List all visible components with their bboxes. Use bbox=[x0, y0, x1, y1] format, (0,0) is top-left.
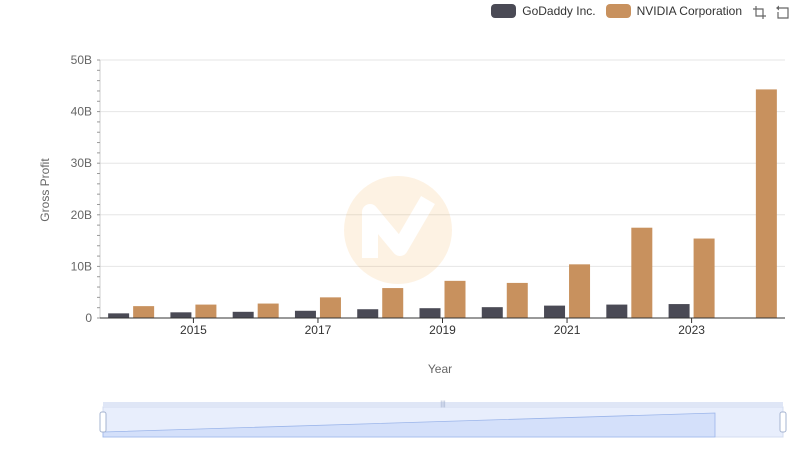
bar-godaddy-2018[interactable] bbox=[357, 309, 379, 318]
y-axis: 0 10B 20B 30B 40B 50B bbox=[71, 53, 101, 325]
bar-nvidia-2019[interactable] bbox=[444, 280, 466, 318]
y-tick-label: 30B bbox=[71, 156, 92, 170]
bar-godaddy-2023[interactable] bbox=[668, 304, 690, 318]
plot-area: 0 10B 20B 30B 40B 50B 2015 2017 2019 2021 2023 ||… bbox=[71, 53, 787, 438]
bar-nvidia-2018[interactable] bbox=[382, 288, 404, 318]
y-tick-label: 50B bbox=[71, 53, 92, 67]
bar-nvidia-2016[interactable] bbox=[257, 303, 279, 318]
bar-godaddy-2022[interactable] bbox=[606, 304, 628, 318]
slider-handle-right[interactable] bbox=[779, 411, 787, 433]
bar-godaddy-2020[interactable] bbox=[481, 307, 503, 318]
y-tick-label: 20B bbox=[71, 208, 92, 222]
bar-nvidia-2022[interactable] bbox=[631, 227, 653, 318]
bar-nvidia-2021[interactable] bbox=[569, 264, 591, 318]
bar-nvidia-2015[interactable] bbox=[195, 304, 217, 318]
watermark-logo bbox=[344, 176, 452, 284]
x-tick-label: 2021 bbox=[554, 323, 581, 337]
zoom-slider[interactable]: ||| bbox=[99, 401, 787, 438]
bar-nvidia-2014[interactable] bbox=[133, 306, 155, 318]
y-tick-label: 0 bbox=[85, 311, 92, 325]
bar-godaddy-2014[interactable] bbox=[108, 313, 130, 318]
bar-godaddy-2016[interactable] bbox=[232, 311, 254, 318]
bar-nvidia-2020[interactable] bbox=[506, 282, 528, 318]
x-tick-label: 2019 bbox=[429, 323, 456, 337]
y-tick-label: 10B bbox=[71, 259, 92, 273]
x-tick-label: 2023 bbox=[678, 323, 705, 337]
bar-godaddy-2015[interactable] bbox=[170, 312, 192, 318]
bar-godaddy-2019[interactable] bbox=[419, 308, 441, 318]
x-tick-label: 2017 bbox=[305, 323, 332, 337]
bar-nvidia-2023[interactable] bbox=[693, 238, 715, 318]
bar-godaddy-2021[interactable] bbox=[544, 305, 566, 318]
bar-nvidia-2017[interactable] bbox=[319, 297, 341, 318]
chart: GoDaddy Inc. NVIDIA Corporation 0 10B 20B 3… bbox=[0, 0, 800, 461]
y-tick-label: 40B bbox=[71, 105, 92, 119]
x-tick-label: 2015 bbox=[180, 323, 207, 337]
x-axis-title: Year bbox=[427, 362, 453, 376]
bar-godaddy-2017[interactable] bbox=[294, 310, 316, 318]
slider-handle-left[interactable] bbox=[99, 411, 107, 433]
y-axis-title: Gross Profit bbox=[38, 158, 52, 222]
x-axis: 2015 2017 2019 2021 2023 bbox=[100, 317, 785, 337]
slider-grip-icon[interactable]: ||| bbox=[440, 401, 446, 408]
bar-nvidia-2024[interactable] bbox=[755, 89, 777, 318]
